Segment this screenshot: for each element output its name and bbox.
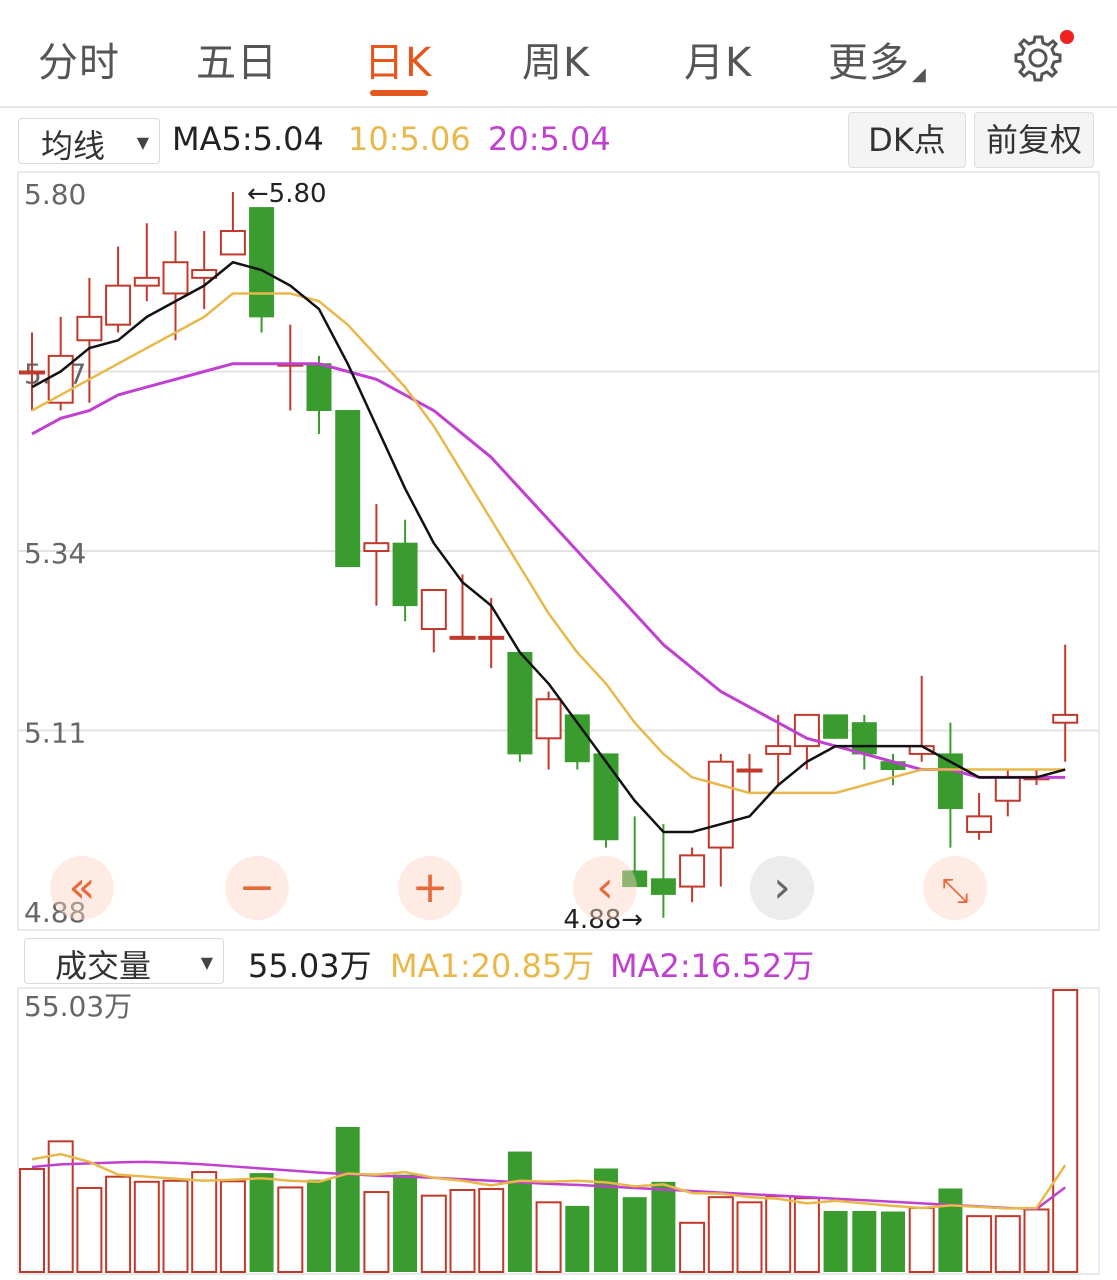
- volume-bar-up: [793, 1197, 820, 1273]
- volume-bar-up: [1052, 989, 1079, 1273]
- candle-down: [335, 410, 361, 568]
- zoom-in-button[interactable]: +: [398, 856, 462, 920]
- candle-up: [1052, 713, 1079, 724]
- candle-up: [219, 230, 246, 256]
- candle-up: [994, 776, 1021, 802]
- volume-bar-up: [1023, 1208, 1050, 1273]
- candle-up: [420, 589, 447, 631]
- candle-up: [449, 635, 476, 640]
- candle-down: [851, 722, 877, 755]
- candlestick-chart[interactable]: 5.805.575.345.114.88←5.804.88→«−+‹›⤡55.0…: [0, 0, 1117, 1280]
- volume-bar-up: [679, 1221, 706, 1274]
- candle-up: [363, 542, 390, 553]
- volume-bar-up: [449, 1189, 476, 1273]
- volume-bar-up: [908, 1206, 935, 1273]
- fullscreen-icon: ⤡: [941, 871, 968, 911]
- volume-bar-down: [507, 1151, 532, 1272]
- max-price-label: ←5.80: [247, 179, 327, 209]
- volume-max-label: 55.03万: [24, 990, 132, 1023]
- volume-bar-up: [535, 1201, 562, 1274]
- volume-bar-down: [335, 1126, 360, 1272]
- right-arrow-icon: ›: [773, 862, 791, 913]
- volume-bar-up: [277, 1186, 304, 1274]
- volume-current-legend: 55.03万: [248, 947, 372, 985]
- price-tick-label: 5.80: [24, 178, 86, 211]
- volume-indicator-select[interactable]: 成交量 ▼: [24, 938, 224, 985]
- candle-down: [823, 714, 849, 739]
- volume-bar-up: [736, 1201, 763, 1274]
- volume-bar-down: [938, 1188, 963, 1272]
- volume-bar-up: [105, 1175, 132, 1273]
- volume-bar-up: [966, 1215, 993, 1273]
- candle-up: [478, 635, 505, 640]
- volume-bar-down: [852, 1211, 877, 1272]
- volume-bar-up: [162, 1179, 189, 1273]
- volume-select-label: 成交量: [55, 947, 152, 985]
- volume-bar-up: [707, 1196, 734, 1273]
- double-left-icon: «: [69, 862, 96, 913]
- candle-up: [707, 760, 734, 849]
- candle-up: [679, 854, 706, 888]
- volume-bar-down: [651, 1181, 676, 1272]
- volume-bar-up: [994, 1215, 1021, 1273]
- candle-down: [306, 363, 332, 412]
- chevron-down-icon: ▼: [200, 953, 213, 972]
- volume-bar-up: [19, 1167, 45, 1274]
- candle-up: [966, 815, 993, 833]
- zoom-in-icon: +: [412, 862, 449, 913]
- volume-bar-up: [76, 1186, 103, 1274]
- volume-ma1-legend: MA1:20.85万: [390, 947, 595, 985]
- volume-bar-down: [249, 1173, 274, 1272]
- volume-bar-up: [478, 1187, 505, 1274]
- zoom-out-button[interactable]: −: [225, 856, 289, 920]
- candle-up: [19, 370, 45, 375]
- volume-bar-down: [823, 1211, 848, 1272]
- volume-bar-down: [307, 1179, 331, 1272]
- candle-down: [507, 651, 533, 755]
- candle-up: [76, 315, 103, 342]
- candle-down: [650, 878, 676, 895]
- fullscreen-button[interactable]: ⤡: [923, 856, 987, 920]
- candle-down: [249, 207, 275, 318]
- left-arrow-button[interactable]: ‹: [573, 856, 637, 920]
- volume-bar-down: [393, 1174, 418, 1272]
- candle-up: [133, 276, 160, 287]
- candle-down: [593, 753, 619, 841]
- price-tick-label: 5.11: [24, 717, 86, 750]
- volume-bar-down: [622, 1197, 647, 1272]
- candle-up: [765, 745, 792, 755]
- right-arrow-button[interactable]: ›: [750, 856, 814, 920]
- candle-up: [105, 284, 132, 326]
- left-arrow-icon: ‹: [596, 862, 614, 913]
- volume-bar-up: [133, 1180, 160, 1274]
- volume-bar-down: [881, 1211, 905, 1272]
- volume-bar-up: [765, 1195, 792, 1273]
- volume-ma2-legend: MA2:16.52万: [610, 947, 815, 985]
- candle-up: [736, 768, 763, 773]
- double-left-button[interactable]: «: [50, 856, 114, 920]
- volume-bar-up: [191, 1171, 218, 1273]
- volume-bar-up: [219, 1180, 246, 1274]
- volume-bar-up: [420, 1194, 447, 1273]
- candle-down: [392, 542, 418, 607]
- volume-bar-up: [363, 1191, 390, 1273]
- candle-up: [162, 261, 189, 295]
- price-tick-label: 5.34: [24, 537, 86, 570]
- volume-bar-up: [47, 1140, 74, 1273]
- volume-bar-down: [565, 1205, 590, 1272]
- candle-up: [535, 698, 562, 740]
- zoom-out-icon: −: [239, 862, 276, 913]
- candle-up: [191, 269, 218, 279]
